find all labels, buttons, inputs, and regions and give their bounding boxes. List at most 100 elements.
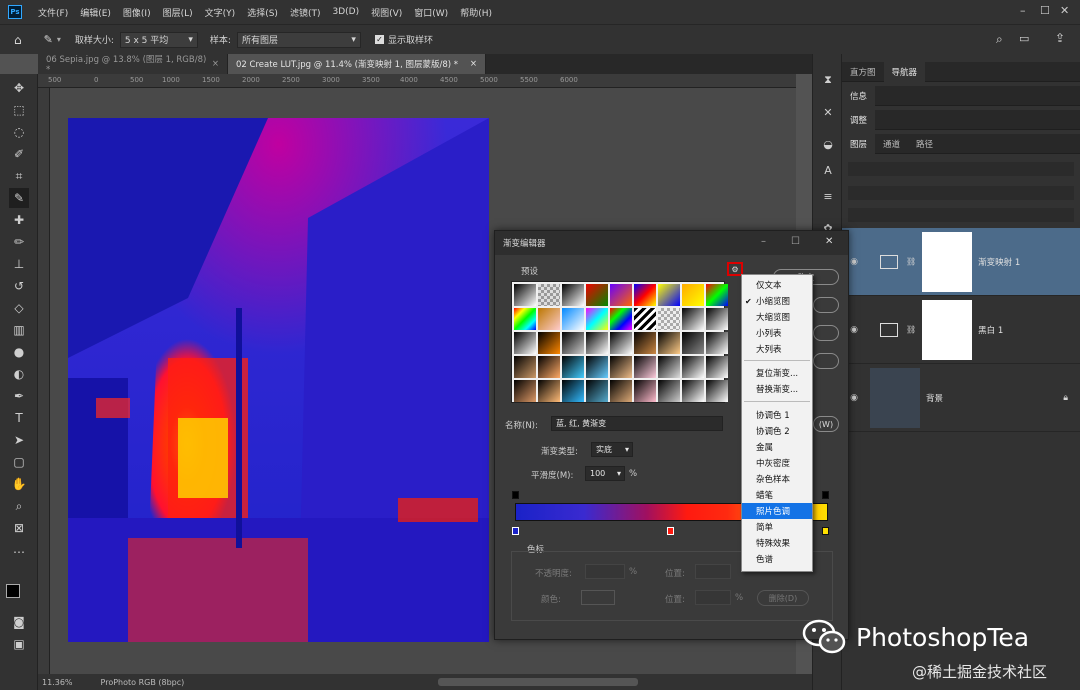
dodge-tool-icon[interactable]: ◐ (9, 364, 29, 384)
gradient-preset-swatch[interactable] (586, 332, 608, 354)
tab-paths[interactable]: 路径 (908, 134, 941, 154)
layer-filter-bar[interactable] (848, 162, 1074, 176)
gradient-preset-swatch[interactable] (514, 356, 536, 378)
tab-channels[interactable]: 通道 (875, 134, 908, 154)
gradient-preset-swatch[interactable] (682, 308, 704, 330)
quick-select-tool-icon[interactable]: ✐ (9, 144, 29, 164)
marquee-tool-icon[interactable]: ⬚ (9, 100, 29, 120)
gradient-preset-swatch[interactable] (514, 380, 536, 402)
layer-row-black-white[interactable]: ◉ ⛓ 黑白 1 (842, 296, 1080, 364)
gradient-preset-swatch[interactable] (634, 380, 656, 402)
gradient-tool-icon[interactable]: ▥ (9, 320, 29, 340)
new-button-partial[interactable]: (W) (813, 416, 839, 432)
menu-file[interactable]: 文件(F) (32, 6, 74, 19)
chevron-down-icon[interactable]: ▾ (57, 35, 61, 44)
gradient-preset-swatch[interactable] (514, 308, 536, 330)
smoothness-input[interactable]: 100 ▾ (585, 466, 625, 481)
link-icon[interactable]: ⛓ (906, 325, 916, 334)
menu-text-only[interactable]: 仅文本 (742, 277, 812, 293)
color-stop-yellow[interactable] (822, 527, 829, 535)
sample-size-select[interactable]: 5 x 5 平均 ▾ (119, 31, 198, 48)
gradient-preset-swatch[interactable] (610, 356, 632, 378)
eyedropper-tool-icon[interactable]: ✎ (9, 188, 29, 208)
gradient-preset-swatch[interactable] (538, 332, 560, 354)
gradient-preset-swatch[interactable] (706, 332, 728, 354)
close-window-icon[interactable]: ✕ (1060, 4, 1069, 17)
menu-3d[interactable]: 3D(D) (326, 7, 365, 17)
layer-thumbnail[interactable] (870, 367, 920, 428)
gradient-preset-swatch[interactable] (538, 380, 560, 402)
layer-mask-thumbnail[interactable] (922, 231, 973, 292)
lasso-tool-icon[interactable]: ◌ (9, 122, 29, 142)
menu-harmony-1[interactable]: 协调色 1 (742, 407, 812, 423)
load-button-partial[interactable] (813, 325, 839, 341)
gradient-preset-swatch[interactable] (586, 380, 608, 402)
gradient-type-select[interactable]: 实底 ▾ (591, 442, 633, 457)
tab-navigator[interactable]: 导航器 (883, 61, 926, 82)
move-tool-icon[interactable]: ✥ (9, 78, 29, 98)
history-brush-icon[interactable]: ↺ (9, 276, 29, 296)
gradient-preset-swatch[interactable] (658, 332, 680, 354)
gradient-preset-swatch[interactable] (706, 356, 728, 378)
menu-view[interactable]: 视图(V) (365, 6, 408, 19)
foreground-color-swatch[interactable] (6, 584, 20, 598)
blend-mode-bar[interactable] (848, 186, 1074, 200)
menu-type[interactable]: 文字(Y) (199, 6, 242, 19)
gradient-preset-swatch[interactable] (562, 284, 584, 306)
quick-mask-icon[interactable]: ◙ (9, 612, 29, 632)
menu-window[interactable]: 窗口(W) (408, 6, 454, 19)
gradient-preset-swatch[interactable] (682, 356, 704, 378)
gradient-preset-swatch[interactable] (514, 284, 536, 306)
crop-tool-icon[interactable]: ⌗ (9, 166, 29, 186)
gradient-preset-swatch[interactable] (706, 308, 728, 330)
menu-replace-gradients[interactable]: 替换渐变... (742, 381, 812, 397)
menu-small-thumbnail[interactable]: ✔ 小缩览图 (742, 293, 812, 309)
gradient-preset-swatch[interactable] (610, 284, 632, 306)
menu-spectrums[interactable]: 色谱 (742, 551, 812, 567)
gradient-preset-swatch[interactable] (610, 332, 632, 354)
gradient-preset-swatch[interactable] (658, 284, 680, 306)
healing-tool-icon[interactable]: ✚ (9, 210, 29, 230)
brush-tool-icon[interactable]: ✏ (9, 232, 29, 252)
menu-special-effects[interactable]: 特殊效果 (742, 535, 812, 551)
menu-neutral-density[interactable]: 中灰密度 (742, 455, 812, 471)
close-icon[interactable]: ✕ (825, 236, 833, 247)
gradient-preset-swatch[interactable] (658, 380, 680, 402)
frame-tool-icon[interactable]: ⊠ (9, 518, 29, 538)
zoom-level[interactable]: 11.36% (42, 678, 73, 687)
path-select-icon[interactable]: ➤ (9, 430, 29, 450)
maximize-icon[interactable]: ☐ (791, 236, 800, 247)
gradient-preset-swatch[interactable] (610, 308, 632, 330)
gradient-preset-swatch[interactable] (538, 308, 560, 330)
minimize-icon[interactable]: – (1020, 4, 1026, 17)
layer-name[interactable]: 渐变映射 1 (978, 256, 1020, 268)
gradient-preset-swatch[interactable] (634, 308, 656, 330)
layer-row-background[interactable]: ◉ 背景 🔒︎ (842, 364, 1080, 432)
pen-tool-icon[interactable]: ✒ (9, 386, 29, 406)
menu-harmony-2[interactable]: 协调色 2 (742, 423, 812, 439)
tab-layers[interactable]: 图层 (842, 133, 876, 154)
character-panel-icon[interactable]: A (820, 162, 836, 178)
close-icon[interactable]: × (470, 59, 477, 69)
gradient-preset-swatch[interactable] (682, 332, 704, 354)
document-image[interactable] (68, 118, 489, 642)
menu-large-list[interactable]: 大列表 (742, 341, 812, 357)
gradient-preset-swatch[interactable] (562, 380, 584, 402)
menu-small-list[interactable]: 小列表 (742, 325, 812, 341)
color-stop-red[interactable] (667, 527, 674, 535)
menu-image[interactable]: 图像(I) (117, 6, 157, 19)
layer-name[interactable]: 背景 (926, 392, 943, 404)
gradient-preset-swatch[interactable] (634, 332, 656, 354)
gradient-preset-swatch[interactable] (634, 356, 656, 378)
properties-icon[interactable]: ≡ (820, 188, 836, 204)
zoom-tool-icon[interactable]: ⌕ (9, 496, 29, 516)
gradient-preset-swatch[interactable] (586, 356, 608, 378)
search-icon[interactable]: ⌕ (996, 32, 1003, 47)
tab-histogram[interactable]: 直方图 (842, 62, 884, 82)
menu-pastels[interactable]: 蜡笔 (742, 487, 812, 503)
color-stop-blue[interactable] (512, 527, 519, 535)
stamp-tool-icon[interactable]: ⊥ (9, 254, 29, 274)
gradient-preset-swatch[interactable] (586, 284, 608, 306)
menu-filter[interactable]: 滤镜(T) (284, 6, 327, 19)
type-tool-icon[interactable]: T (9, 408, 29, 428)
